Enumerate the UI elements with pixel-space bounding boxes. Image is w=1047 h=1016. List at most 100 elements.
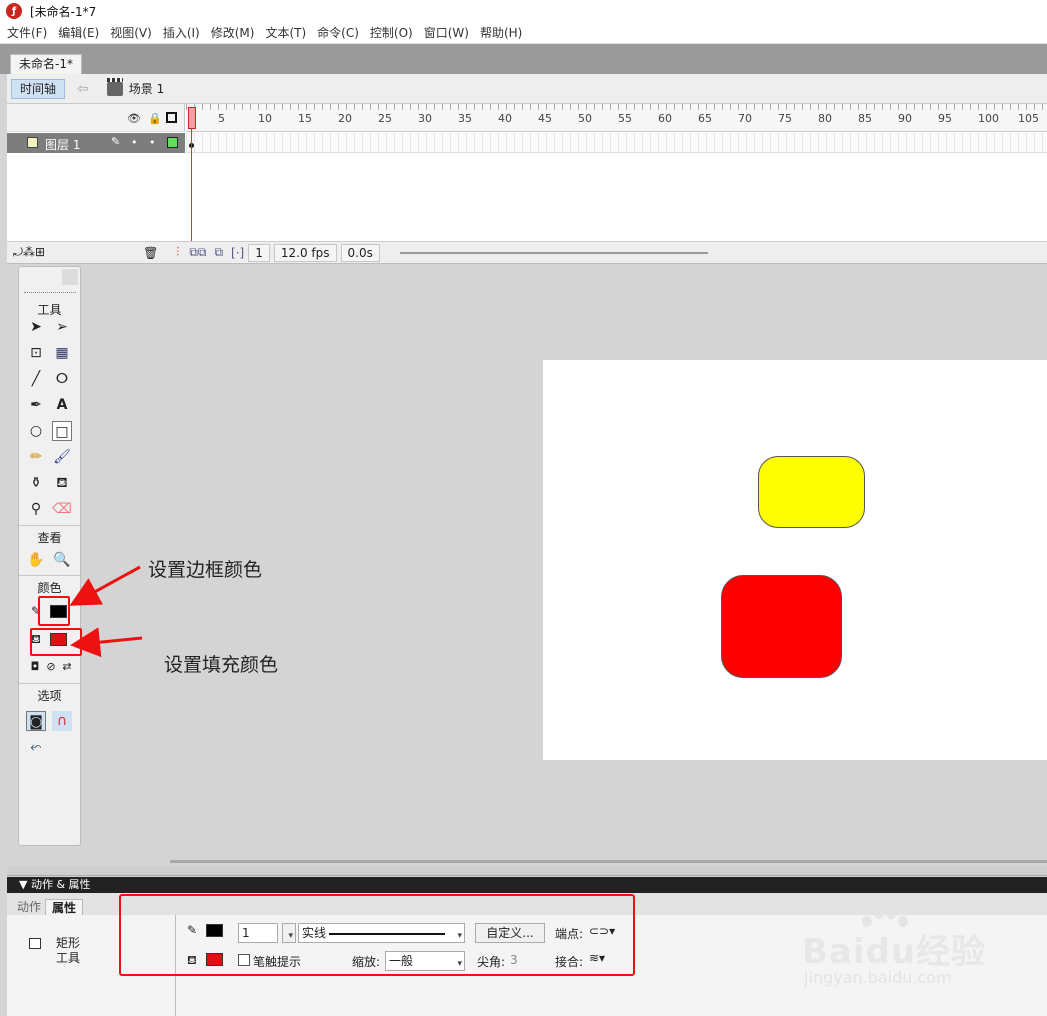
- menu-file[interactable]: 文件(F): [7, 24, 47, 41]
- rectangle-tool-icon[interactable]: □: [52, 421, 72, 441]
- frame-tick: 15: [298, 112, 312, 125]
- stage-horizontal-scrollbar[interactable]: [170, 860, 1047, 863]
- playhead-handle[interactable]: [188, 107, 196, 129]
- menu-window[interactable]: 窗口(W): [424, 24, 469, 41]
- section-divider: [19, 683, 80, 684]
- fill-arrow: [70, 627, 143, 658]
- paw-toe: [874, 908, 884, 919]
- edit-multiple-icon[interactable]: [·]: [231, 246, 244, 260]
- swap-colors-icon[interactable]: ⇄: [57, 657, 77, 677]
- tab-actions[interactable]: 动作: [11, 899, 47, 915]
- panel-grip[interactable]: [24, 292, 76, 295]
- fill-highlight-box: [30, 628, 82, 656]
- lasso-icon[interactable]: ⵔ: [52, 369, 72, 389]
- menu-commands[interactable]: 命令(C): [317, 24, 359, 41]
- free-transform-icon[interactable]: ⊡: [26, 343, 46, 363]
- selection-arrow-icon[interactable]: ➤: [26, 317, 46, 337]
- back-arrow-icon[interactable]: ⇦: [77, 81, 89, 97]
- brush-tool-icon[interactable]: 🖌: [52, 447, 72, 467]
- text-tool-icon[interactable]: A: [52, 395, 72, 415]
- stage-bottom-edge: [7, 866, 1047, 876]
- tab-properties[interactable]: 属性: [45, 899, 84, 915]
- onion-outline-icon[interactable]: ⧉: [214, 245, 223, 260]
- hand-tool-icon[interactable]: ✋: [26, 550, 46, 570]
- pen-tool-icon[interactable]: ✒: [26, 395, 46, 415]
- subselection-arrow-icon[interactable]: ➢: [52, 317, 72, 337]
- center-frame-icon[interactable]: ⫶: [176, 245, 179, 260]
- menu-edit[interactable]: 编辑(E): [58, 24, 99, 41]
- zoom-tool-icon[interactable]: 🔍: [52, 550, 72, 570]
- frame-tick: 60: [658, 112, 672, 125]
- frame-tick: 50: [578, 112, 592, 125]
- options-section-title: 选项: [37, 689, 62, 703]
- fps-field[interactable]: 12.0 fps: [273, 243, 337, 262]
- document-tab[interactable]: 未命名-1*: [10, 54, 82, 74]
- snap-magnet-icon[interactable]: ∩: [52, 711, 72, 731]
- frame-tick: 70: [738, 112, 752, 125]
- frame-tick: 40: [498, 112, 512, 125]
- lock-icon[interactable]: 🔒: [148, 112, 162, 125]
- paw-toe: [886, 908, 896, 919]
- gradient-transform-icon[interactable]: ▦: [52, 343, 72, 363]
- pencil-icon: ✎: [111, 135, 121, 148]
- title-bar: ƒ [未命名-1*7: [0, 0, 1047, 22]
- playhead[interactable]: [188, 104, 196, 244]
- frame-tick: 30: [418, 112, 432, 125]
- menu-insert[interactable]: 插入(I): [163, 24, 200, 41]
- current-frame-field[interactable]: 1: [248, 243, 270, 262]
- frame-tick: 105: [1018, 112, 1039, 125]
- color-section-title: 颜色: [37, 581, 62, 595]
- red-rounded-rectangle[interactable]: [721, 575, 842, 678]
- eyedropper-icon[interactable]: ⚲: [26, 499, 46, 519]
- frame-row[interactable]: [186, 133, 1047, 153]
- oval-tool-icon[interactable]: ○: [26, 421, 46, 441]
- layer-row[interactable]: 图层 1 ✎ • •: [7, 133, 185, 153]
- tools-section-title: 工具: [37, 303, 62, 317]
- eye-icon[interactable]: 👁: [127, 112, 141, 125]
- tools-panel: 工具 ➤ ➢ ⊡ ▦ ╱ ⵔ ✒ A ○ □ ✏ 🖌 ⚱ ⛾ ⚲ ⌫ 查看 ✋ …: [18, 266, 81, 846]
- eraser-icon[interactable]: ⌫: [52, 499, 72, 519]
- smooth-straighten-icon[interactable]: ⬿: [26, 737, 46, 757]
- object-drawing-icon[interactable]: ◙: [26, 711, 46, 731]
- trash-icon[interactable]: 🗑: [143, 246, 158, 260]
- line-tool-icon[interactable]: ╱: [26, 369, 46, 389]
- timeline-toggle-button[interactable]: 时间轴: [11, 78, 66, 99]
- visibility-dot-icon[interactable]: •: [131, 136, 138, 149]
- panel-collapse-icon[interactable]: [62, 269, 78, 285]
- elapsed-time-field: 0.0s: [340, 243, 380, 262]
- frame-ruler[interactable]: 1 5 10 15 20 25 30 35 40 45 50 55 60 65 …: [186, 104, 1047, 132]
- onion-skin-icon[interactable]: ⧉⧉: [189, 245, 206, 260]
- frame-tick: 35: [458, 112, 472, 125]
- paint-bucket-icon[interactable]: ⛾: [52, 473, 72, 493]
- menu-bar: 文件(F) 编辑(E) 视图(V) 插入(I) 修改(M) 文本(T) 命令(C…: [0, 22, 1047, 44]
- scene-label[interactable]: 场景 1: [129, 80, 164, 97]
- menu-modify[interactable]: 修改(M): [211, 24, 255, 41]
- ink-bottle-icon[interactable]: ⚱: [26, 473, 46, 493]
- layer-outline-color[interactable]: [167, 137, 178, 148]
- properties-panel-header[interactable]: ▼ 动作 & 属性: [7, 877, 1047, 893]
- lock-dot-icon[interactable]: •: [149, 136, 156, 149]
- frame-tick: 90: [898, 112, 912, 125]
- menu-control[interactable]: 控制(O): [370, 24, 413, 41]
- window-title: [未命名-1*7: [30, 4, 97, 19]
- section-divider: [19, 575, 80, 576]
- menu-text[interactable]: 文本(T): [265, 24, 306, 41]
- outline-square-icon[interactable]: [166, 112, 177, 123]
- playhead-line: [191, 129, 192, 244]
- watermark-url: jingyan.baidu.com: [804, 968, 952, 987]
- menu-view[interactable]: 视图(V): [110, 24, 152, 41]
- rectangle-tool-kind-icon: [29, 938, 41, 949]
- yellow-rounded-rectangle[interactable]: [758, 456, 865, 528]
- stage-canvas[interactable]: [543, 360, 1047, 760]
- menu-help[interactable]: 帮助(H): [480, 24, 522, 41]
- frame-tick: 55: [618, 112, 632, 125]
- pencil-tool-icon[interactable]: ✏: [26, 447, 46, 467]
- timeline-scrollbar[interactable]: [399, 251, 708, 254]
- section-divider: [19, 525, 80, 526]
- frame-tick: 20: [338, 112, 352, 125]
- tool-name-line2: 工具: [56, 951, 81, 965]
- timeline-toolbar: 时间轴 ⇦ 场景 1: [7, 74, 1047, 104]
- add-layer-icon[interactable]: ⤾⁂⊞: [13, 245, 45, 260]
- frame-tick: 25: [378, 112, 392, 125]
- document-tab-strip: 未命名-1*: [0, 44, 1047, 74]
